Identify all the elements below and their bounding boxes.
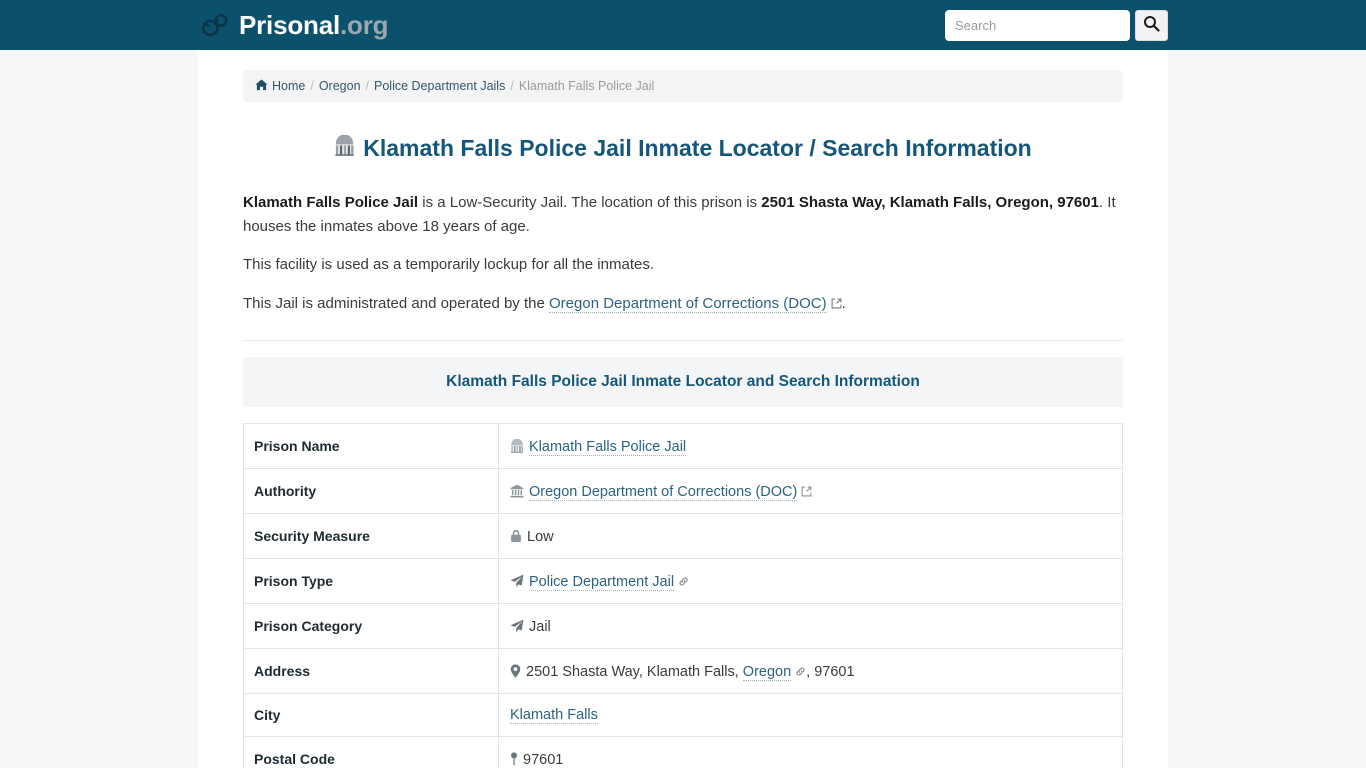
table-row: City Klamath Falls: [243, 693, 1123, 737]
row-value-prison-type: Police Department Jail: [498, 558, 1123, 604]
authority-paragraph: This Jail is administrated and operated …: [243, 292, 1123, 316]
paper-plane-icon: [510, 574, 524, 592]
header-search: [945, 9, 1168, 41]
jail-gate-icon: [510, 438, 524, 457]
row-value-authority: Oregon Department of Corrections (DOC): [498, 468, 1123, 514]
table-row: Prison Name Klamath Falls Police Jail: [243, 423, 1123, 469]
site-header: Prisonal.org: [0, 0, 1366, 50]
page-container: Home / Oregon / Police Department Jails …: [198, 50, 1168, 768]
handcuffs-icon: [200, 13, 230, 37]
table-row: Address 2501 Shasta Way, Klamath Falls, …: [243, 648, 1123, 694]
lockup-paragraph: This facility is used as a temporarily l…: [243, 256, 654, 274]
prison-name-link[interactable]: Klamath Falls Police Jail: [529, 438, 687, 456]
intro-paragraph: Klamath Falls Police Jail is a Low-Secur…: [243, 191, 1123, 240]
row-value-security-measure: Low: [498, 513, 1123, 559]
row-label-prison-name: Prison Name: [243, 423, 499, 469]
breadcrumb-separator: /: [510, 78, 514, 93]
section-divider: [243, 339, 1123, 341]
breadcrumb: Home / Oregon / Police Department Jails …: [243, 70, 1123, 102]
jail-gate-icon: [334, 134, 355, 163]
chain-link-icon: [678, 575, 689, 591]
row-value-city: Klamath Falls: [498, 693, 1123, 737]
search-button[interactable]: [1135, 9, 1168, 41]
brand-text: Prisonal.org: [239, 10, 389, 40]
address-prefix: 2501 Shasta Way, Klamath Falls,: [526, 663, 743, 680]
paper-plane-icon: [510, 619, 524, 637]
row-label-city: City: [243, 693, 499, 737]
search-icon: [1143, 15, 1160, 35]
authority-link[interactable]: Oregon Department of Corrections (DOC): [549, 294, 827, 313]
landmark-icon: [510, 484, 524, 502]
row-value-prison-category: Jail: [498, 603, 1123, 649]
city-link[interactable]: Klamath Falls: [510, 706, 598, 724]
page-title: Klamath Falls Police Jail Inmate Locator…: [243, 134, 1123, 163]
table-row: Postal Code 97601: [243, 736, 1123, 768]
breadcrumb-separator: /: [310, 78, 314, 93]
authority-text-a: This Jail is administrated and operated …: [243, 294, 549, 312]
table-row: Authority Oregon Department of Correctio…: [243, 468, 1123, 514]
row-label-authority: Authority: [243, 468, 499, 514]
home-icon: [255, 79, 268, 95]
postal-code-value: 97601: [523, 751, 564, 768]
page-title-text: Klamath Falls Police Jail Inmate Locator…: [363, 135, 1032, 161]
table-row: Security Measure Low: [243, 513, 1123, 559]
prison-category-value: Jail: [529, 618, 551, 635]
row-label-prison-category: Prison Category: [243, 603, 499, 649]
address-state-link[interactable]: Oregon: [742, 663, 792, 681]
prison-name-bold: Klamath Falls Police Jail: [243, 193, 419, 211]
row-label-security-measure: Security Measure: [243, 513, 499, 559]
row-label-prison-type: Prison Type: [243, 558, 499, 604]
breadcrumb-item-oregon[interactable]: Oregon: [319, 79, 361, 94]
search-input[interactable]: [945, 9, 1130, 41]
prison-info-table: Prison Name Klamath Falls Police Jail Au…: [243, 423, 1123, 768]
brand-tld: .org: [340, 10, 389, 40]
table-row: Prison Type Police Department Jail: [243, 558, 1123, 604]
map-marker-icon: [510, 664, 521, 682]
row-value-prison-name: Klamath Falls Police Jail: [498, 423, 1123, 469]
row-label-address: Address: [243, 648, 499, 694]
breadcrumb-item-current: Klamath Falls Police Jail: [518, 78, 655, 93]
chain-link-icon: [795, 665, 806, 681]
external-link-icon: [831, 296, 842, 313]
lock-icon: [510, 529, 522, 547]
authority-text-b: .: [841, 294, 846, 312]
address-suffix: , 97601: [806, 663, 855, 680]
table-row: Prison Category Jail: [243, 603, 1123, 649]
authority-link[interactable]: Oregon Department of Corrections (DOC): [529, 483, 798, 501]
body-copy: Klamath Falls Police Jail is a Low-Secur…: [243, 191, 1123, 316]
prison-type-link[interactable]: Police Department Jail: [529, 573, 675, 591]
security-measure-value: Low: [527, 528, 554, 545]
header-inner: Prisonal.org: [198, 0, 1168, 50]
brand-name: Prisonal: [239, 10, 340, 40]
row-value-address: 2501 Shasta Way, Klamath Falls, Oregon , …: [498, 648, 1123, 694]
site-logo-link[interactable]: Prisonal.org: [200, 10, 389, 40]
breadcrumb-item-home[interactable]: Home: [272, 79, 305, 94]
table-caption: Klamath Falls Police Jail Inmate Locator…: [243, 356, 1123, 407]
row-value-postal-code: 97601: [498, 736, 1123, 768]
breadcrumb-separator: /: [365, 78, 370, 93]
row-label-postal-code: Postal Code: [243, 736, 499, 768]
breadcrumb-item-police-department-jails[interactable]: Police Department Jails: [374, 79, 505, 94]
content-area: Home / Oregon / Police Department Jails …: [243, 50, 1123, 768]
intro-text-a: is a Low-Security Jail. The location of …: [418, 193, 762, 211]
prison-address-bold: 2501 Shasta Way, Klamath Falls, Oregon, …: [761, 193, 1099, 211]
map-pin-icon: [510, 752, 518, 768]
external-link-icon: [801, 485, 812, 501]
